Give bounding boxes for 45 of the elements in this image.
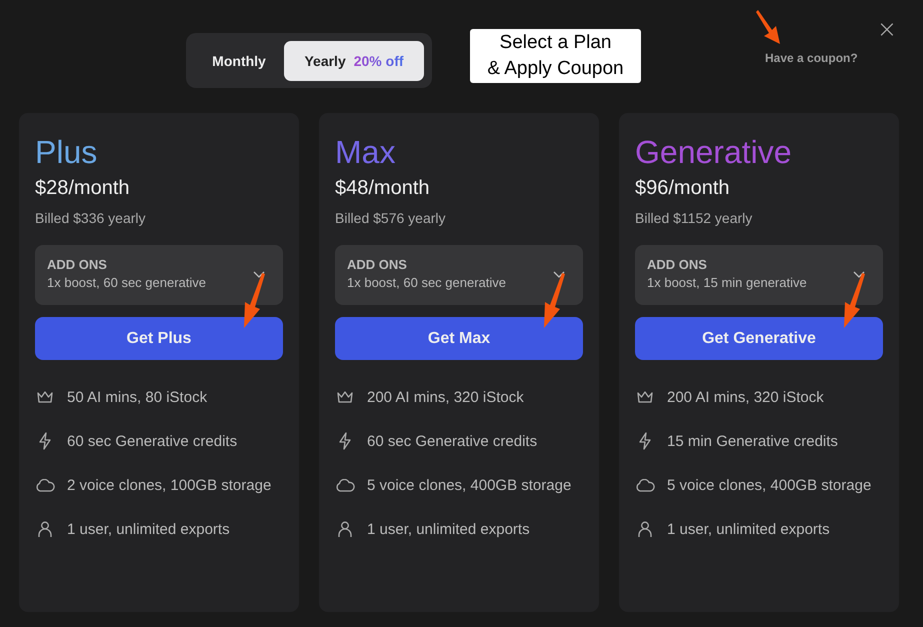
feature-text: 60 sec Generative credits (367, 432, 538, 450)
arrow-icon (241, 273, 267, 329)
cloud-icon (35, 478, 55, 492)
feature-text: 15 min Generative credits (667, 432, 838, 450)
billing-note: Billed $576 yearly (335, 210, 447, 226)
close-button[interactable]: × (876, 17, 897, 41)
get-plan-button[interactable]: Get Max (335, 317, 583, 360)
plan-price: $28/month (35, 177, 131, 200)
billing-note: Billed $1152 yearly (635, 210, 754, 226)
feature-text: 2 voice clones, 100GB storage (67, 476, 272, 494)
coupon-link[interactable]: Have a coupon? (765, 51, 858, 65)
billing-note: Billed $336 yearly (35, 210, 147, 226)
cloud-icon (635, 478, 655, 492)
plan-name: Plus (35, 133, 98, 171)
feature-text: 200 AI mins, 320 iStock (667, 388, 824, 406)
chevron-icon (853, 271, 865, 279)
get-plan-button[interactable]: Get Plus (35, 317, 283, 360)
addons-dropdown[interactable]: ADD ONS 1x boost, 60 sec generative (35, 245, 283, 305)
feature-text: 5 voice clones, 400GB storage (667, 476, 872, 494)
feature-text: 200 AI mins, 320 iStock (367, 388, 524, 406)
feature-text: 1 user, unlimited exports (367, 520, 530, 538)
arrow-icon (841, 273, 867, 329)
addons-dropdown[interactable]: ADD ONS 1x boost, 60 sec generative (335, 245, 583, 305)
chevron-icon (553, 271, 565, 279)
plan-price: $48/month (335, 177, 431, 200)
addons-dropdown[interactable]: ADD ONS 1x boost, 15 min generative (635, 245, 883, 305)
plan-price: $96/month (635, 177, 731, 200)
chevron-icon (253, 271, 265, 279)
get-plan-button[interactable]: Get Generative (635, 317, 883, 360)
feature-text: 5 voice clones, 400GB storage (367, 476, 572, 494)
billing-tab[interactable]: Yearly 20% off (284, 40, 424, 80)
feature-text: 60 sec Generative credits (67, 432, 238, 450)
callout-note: Select a Plan & Apply Coupon (470, 29, 641, 83)
crown-icon (635, 390, 655, 404)
plan-name: Max (335, 133, 396, 171)
feature-text: 1 user, unlimited exports (67, 520, 230, 538)
crown-icon (35, 390, 55, 404)
cloud-icon (335, 478, 355, 492)
arrow-icon (756, 9, 782, 45)
billing-tab[interactable]: Monthly (194, 40, 284, 80)
feature-text: 50 AI mins, 80 iStock (67, 388, 208, 406)
feature-text: 1 user, unlimited exports (667, 520, 830, 538)
arrow-icon (541, 273, 567, 329)
crown-icon (335, 390, 355, 404)
plan-name: Generative (635, 133, 793, 171)
